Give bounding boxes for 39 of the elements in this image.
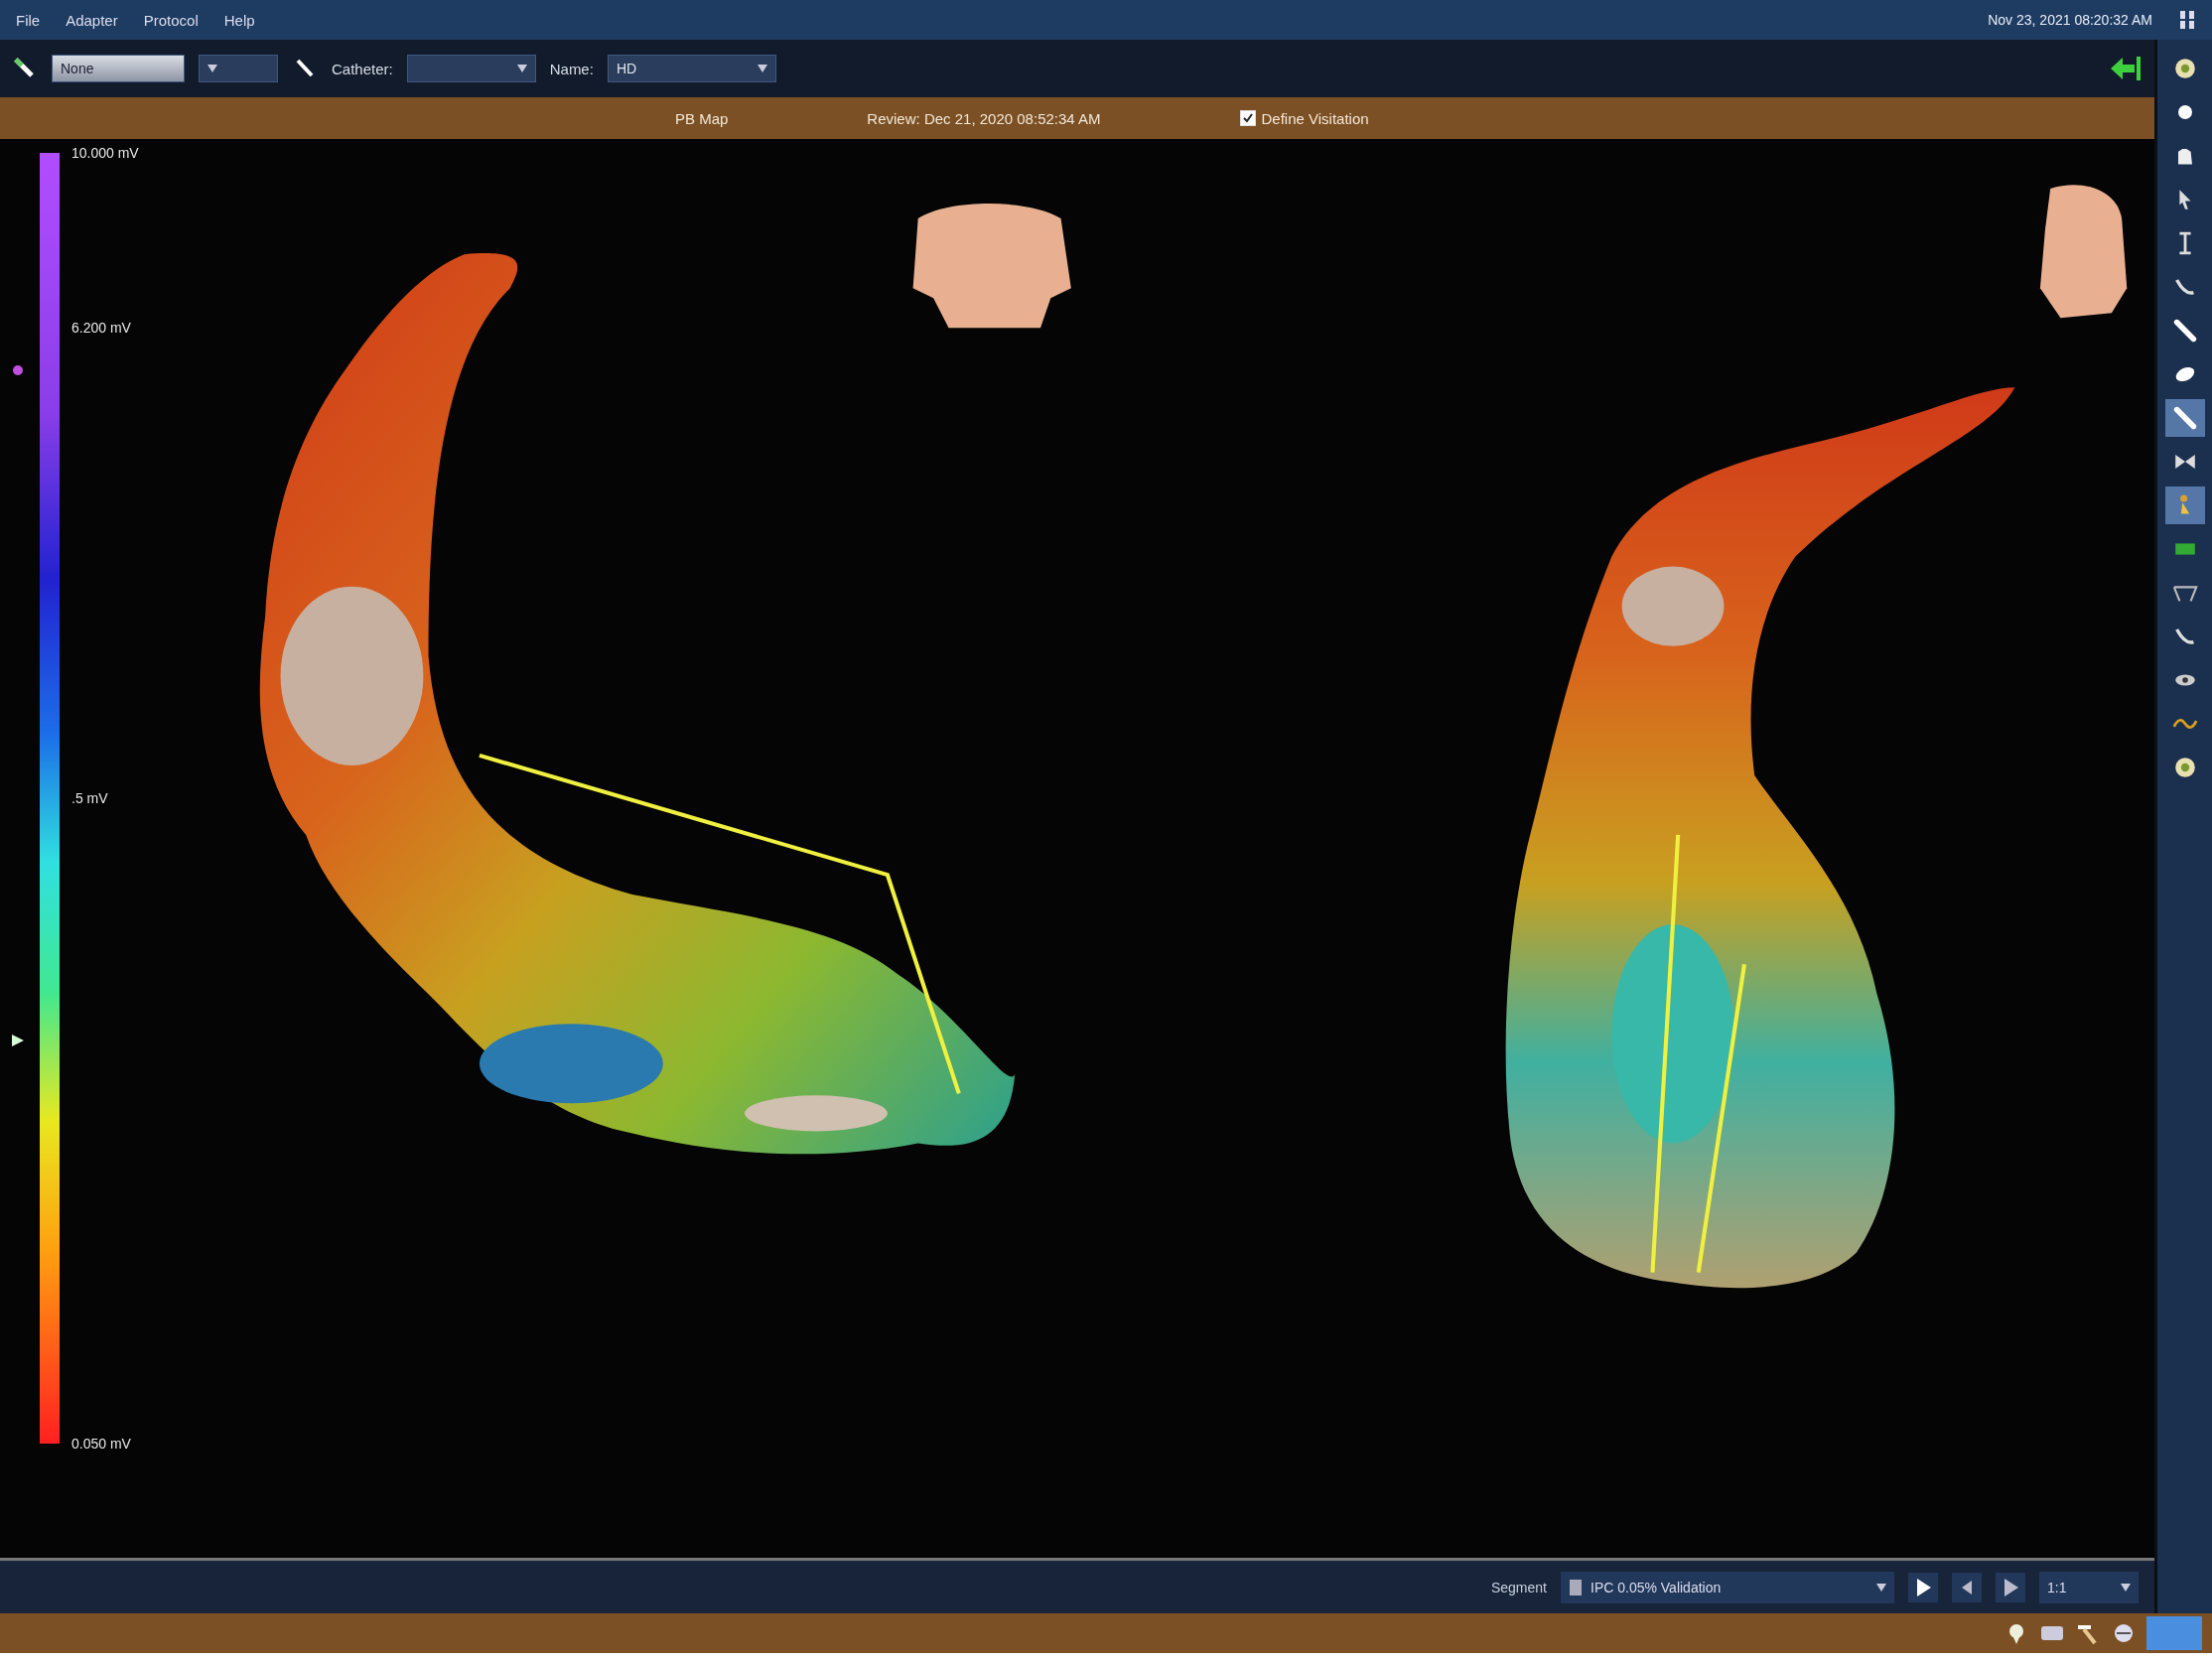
- caret-icon: [516, 65, 527, 72]
- name-select[interactable]: HD: [607, 55, 776, 82]
- arrow-icon[interactable]: [2109, 54, 2143, 83]
- clock-text: Nov 23, 2021 08:20:32 AM: [1988, 12, 2152, 28]
- speed-select[interactable]: 1:1: [2039, 1571, 2139, 1603]
- checkbox-label: Define Visitation: [1261, 109, 1369, 127]
- map-select[interactable]: None: [52, 55, 185, 82]
- caret-icon: [757, 65, 767, 72]
- map-name: PB Map: [675, 109, 729, 127]
- window-icon[interactable]: [2178, 10, 2196, 30]
- segment-label: Segment: [1490, 1579, 1547, 1595]
- torso-icon[interactable]: [2039, 185, 2128, 319]
- scale-label: 6.200 mV: [71, 319, 131, 336]
- scale-label: .5 mV: [71, 790, 108, 806]
- next-button[interactable]: [1996, 1572, 2025, 1602]
- menu-item[interactable]: File: [16, 11, 41, 29]
- heart-map-drawing[interactable]: [1505, 387, 2015, 1289]
- tool-button[interactable]: [2164, 399, 2205, 437]
- torso-icon[interactable]: [912, 204, 1071, 329]
- map-viewport[interactable]: 10.000 mV 6.200 mV .5 mV 0.050 mV: [0, 139, 2154, 1558]
- name-label: Name:: [549, 60, 594, 77]
- caret-icon: [207, 65, 217, 72]
- previous-button[interactable]: [1952, 1572, 1982, 1602]
- catheter-label: Catheter:: [332, 60, 393, 77]
- document-icon: [1569, 1578, 1583, 1596]
- menu-item[interactable]: Adapter: [66, 11, 118, 29]
- review-date: Review: Dec 21, 2020 08:52:34 AM: [867, 109, 1101, 127]
- segment-select[interactable]: IPC 0.05% Validation: [1561, 1571, 1894, 1603]
- tool-button[interactable]: [2164, 486, 2205, 524]
- checkbox[interactable]: [1239, 110, 1256, 126]
- play-button[interactable]: [1908, 1572, 1938, 1602]
- caret-icon: [2121, 1583, 2131, 1592]
- heart-map-drawing[interactable]: [259, 253, 1016, 1155]
- menu-item[interactable]: Protocol: [143, 11, 199, 29]
- scale-label: 10.000 mV: [71, 145, 139, 161]
- threshold-marker-icon[interactable]: [10, 1033, 26, 1048]
- scale-label: 0.050 mV: [71, 1436, 131, 1452]
- menu-item[interactable]: Help: [223, 11, 255, 29]
- caret-icon: [1876, 1583, 1886, 1592]
